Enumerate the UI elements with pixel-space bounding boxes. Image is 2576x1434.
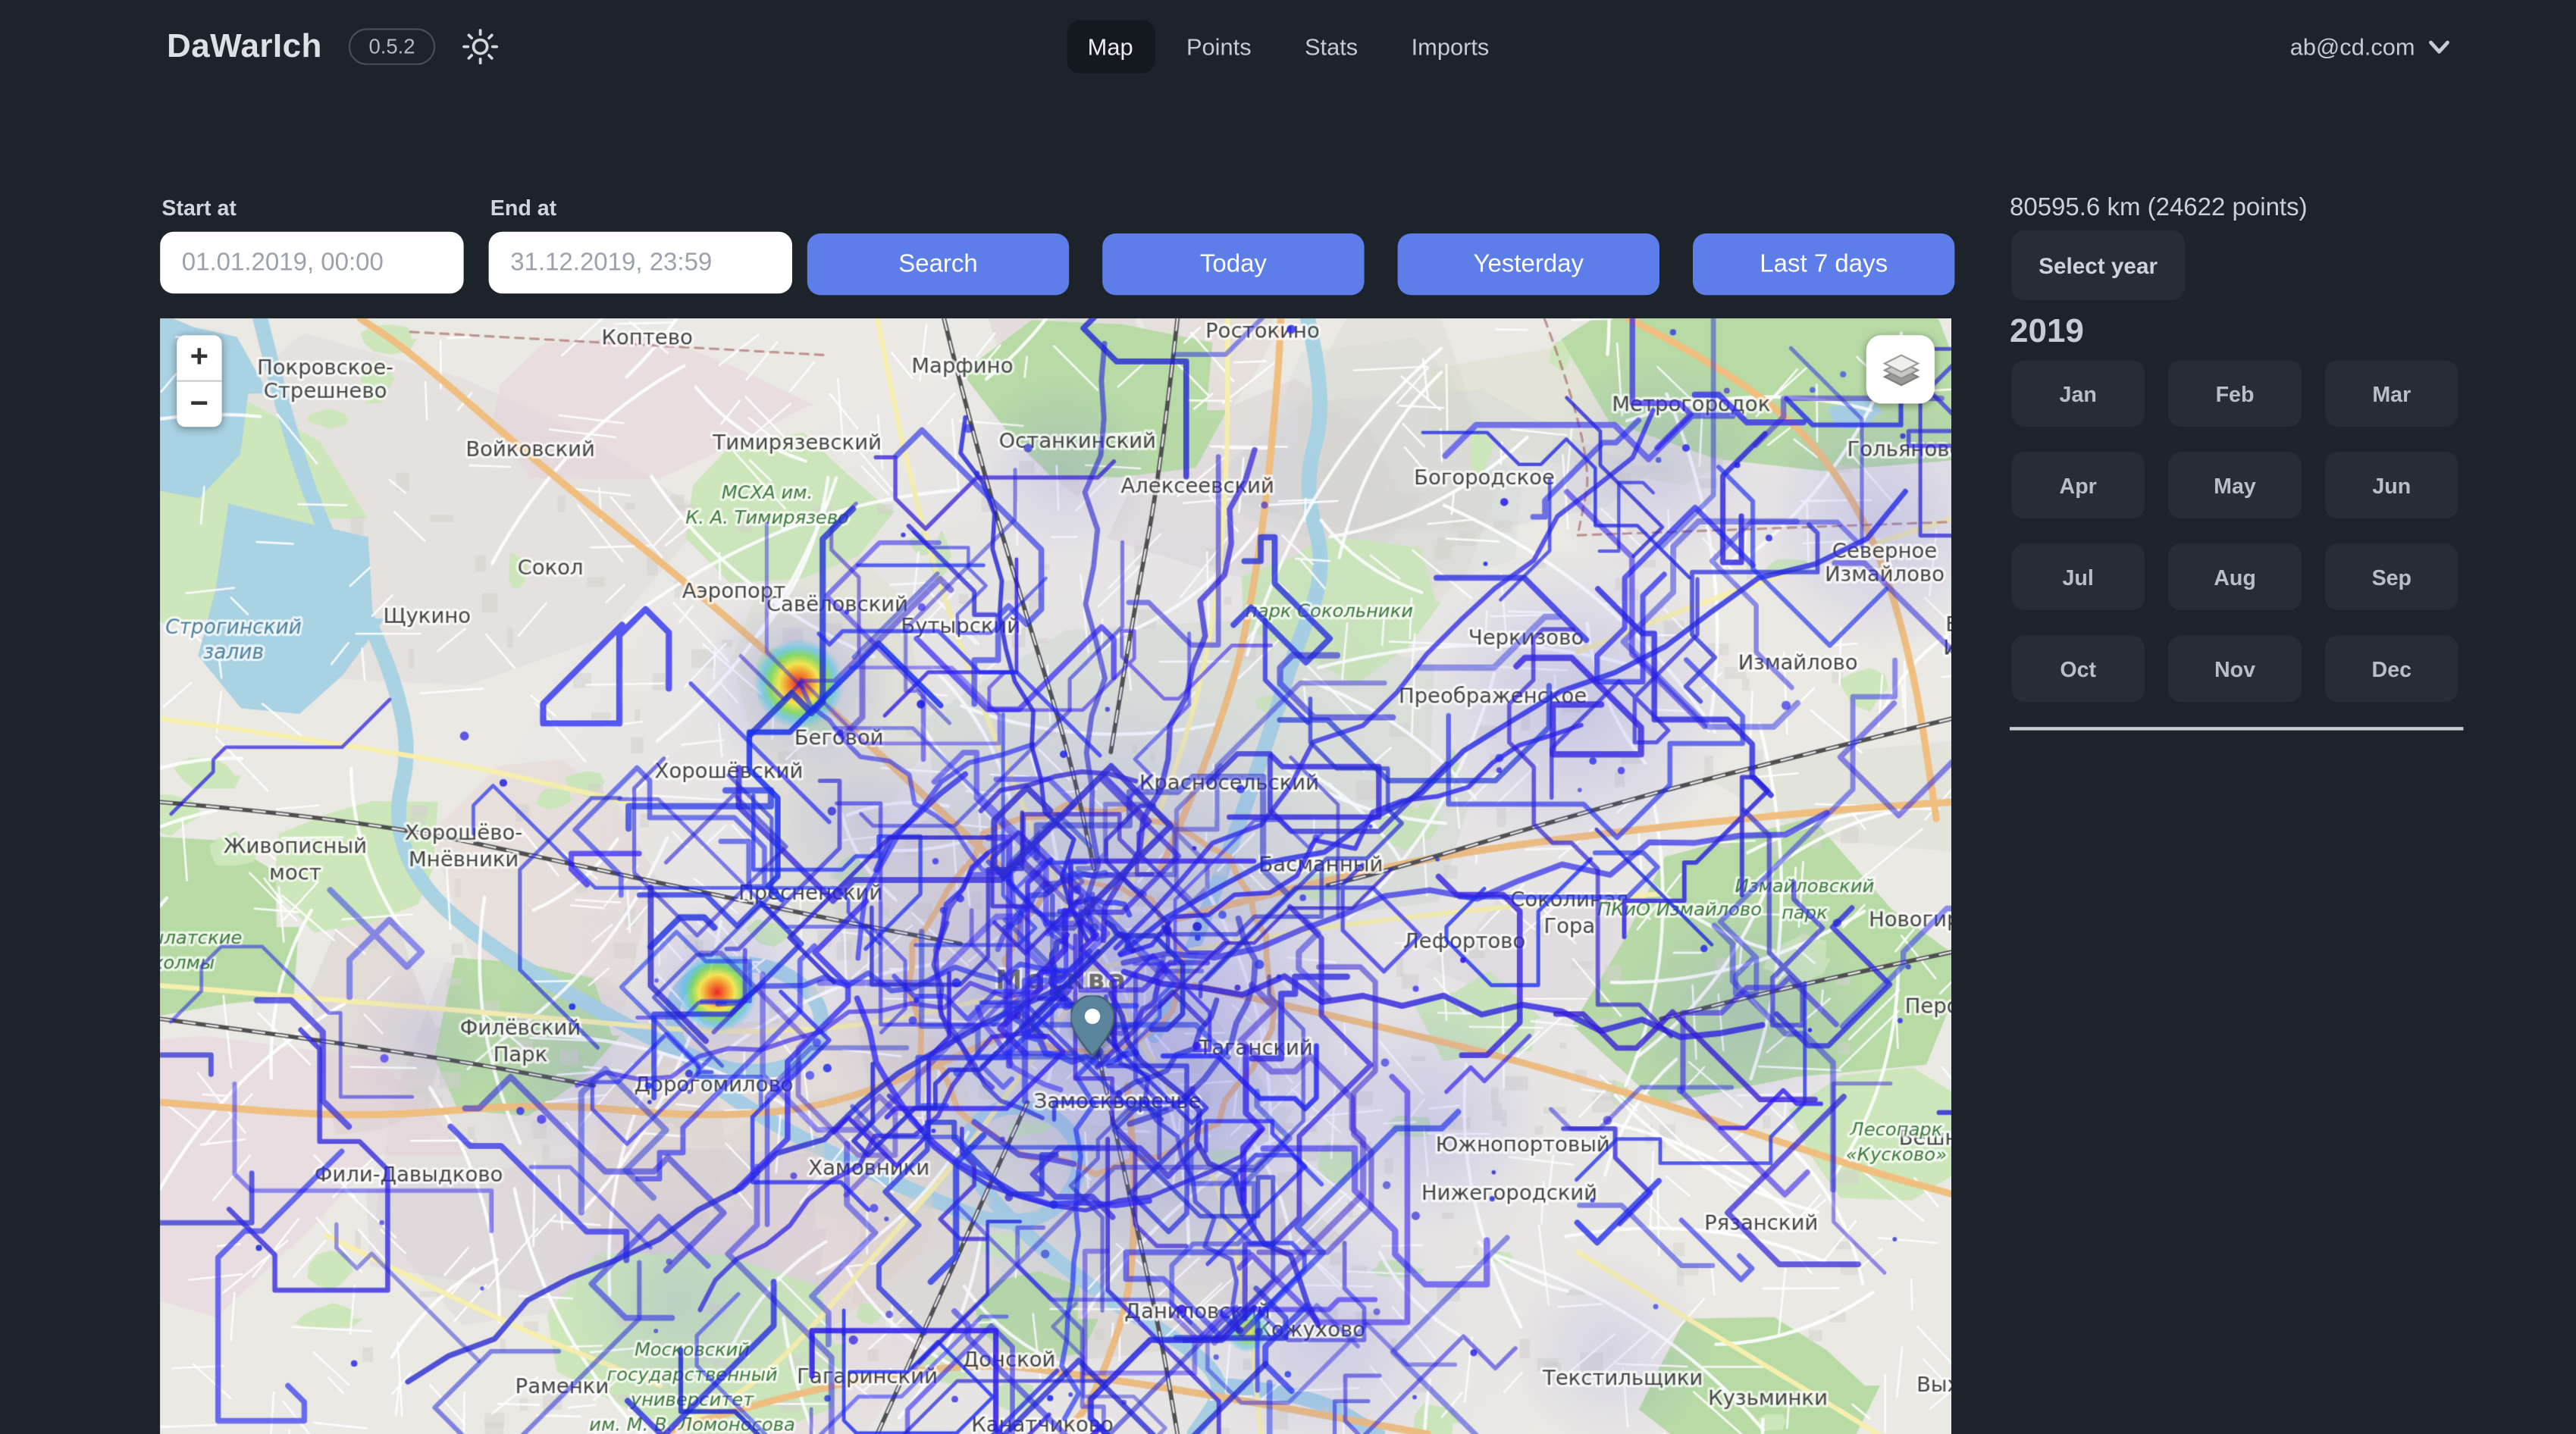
map-pin-icon[interactable] bbox=[1070, 995, 1114, 1055]
yesterday-button[interactable]: Yesterday bbox=[1398, 233, 1659, 295]
month-button-jun[interactable]: Jun bbox=[2325, 452, 2458, 518]
month-button-mar[interactable]: Mar bbox=[2325, 360, 2458, 427]
app-root: DaWarIch 0.5.2 MapPointsStatsImports ab@… bbox=[0, 0, 2576, 1434]
user-email: ab@cd.com bbox=[2290, 33, 2415, 60]
last-7-days-button[interactable]: Last 7 days bbox=[1693, 233, 1954, 295]
map: + − bbox=[160, 318, 1951, 1434]
month-button-aug[interactable]: Aug bbox=[2168, 543, 2302, 610]
map-canvas[interactable] bbox=[160, 318, 1951, 1434]
end-at-input[interactable] bbox=[489, 232, 792, 293]
zoom-in-button[interactable]: + bbox=[177, 335, 221, 380]
tab-points[interactable]: Points bbox=[1164, 20, 1273, 73]
today-button[interactable]: Today bbox=[1102, 233, 1364, 295]
month-button-oct[interactable]: Oct bbox=[2011, 635, 2145, 702]
month-button-jan[interactable]: Jan bbox=[2011, 360, 2145, 427]
month-button-dec[interactable]: Dec bbox=[2325, 635, 2458, 702]
zoom-control: + − bbox=[177, 335, 221, 427]
sidebar-divider bbox=[2010, 727, 2463, 729]
start-at-input[interactable] bbox=[160, 232, 463, 293]
brand: DaWarIch 0.5.2 bbox=[167, 0, 499, 93]
year-heading: 2019 bbox=[2010, 314, 2084, 352]
start-at-label: Start at bbox=[161, 193, 237, 224]
month-button-apr[interactable]: Apr bbox=[2011, 452, 2145, 518]
user-menu[interactable]: ab@cd.com bbox=[2290, 0, 2450, 93]
month-grid: Jan Feb Mar Apr May Jun Jul Aug Sep Oct Nov Dec bbox=[2011, 360, 2458, 702]
tab-imports[interactable]: Imports bbox=[1390, 20, 1511, 73]
end-at-label: End at bbox=[490, 193, 556, 224]
layers-icon bbox=[1879, 348, 1922, 391]
header: DaWarIch 0.5.2 MapPointsStatsImports ab@… bbox=[0, 0, 2576, 93]
tab-map[interactable]: Map bbox=[1066, 20, 1155, 73]
distance-stats: 80595.6 km (24622 points) bbox=[2010, 193, 2308, 221]
select-year-button[interactable]: Select year bbox=[2011, 230, 2185, 300]
app-title: DaWarIch bbox=[167, 27, 322, 66]
sun-icon[interactable] bbox=[462, 28, 498, 64]
month-button-nov[interactable]: Nov bbox=[2168, 635, 2302, 702]
layers-control[interactable] bbox=[1866, 335, 1935, 403]
month-button-feb[interactable]: Feb bbox=[2168, 360, 2302, 427]
month-button-sep[interactable]: Sep bbox=[2325, 543, 2458, 610]
month-button-may[interactable]: May bbox=[2168, 452, 2302, 518]
zoom-out-button[interactable]: − bbox=[177, 382, 221, 427]
chevron-down-icon bbox=[2428, 39, 2450, 55]
search-button[interactable]: Search bbox=[807, 233, 1069, 295]
version-badge: 0.5.2 bbox=[349, 28, 435, 65]
month-button-jul[interactable]: Jul bbox=[2011, 543, 2145, 610]
main-nav: MapPointsStatsImports bbox=[1066, 0, 1511, 93]
tab-stats[interactable]: Stats bbox=[1283, 20, 1379, 73]
